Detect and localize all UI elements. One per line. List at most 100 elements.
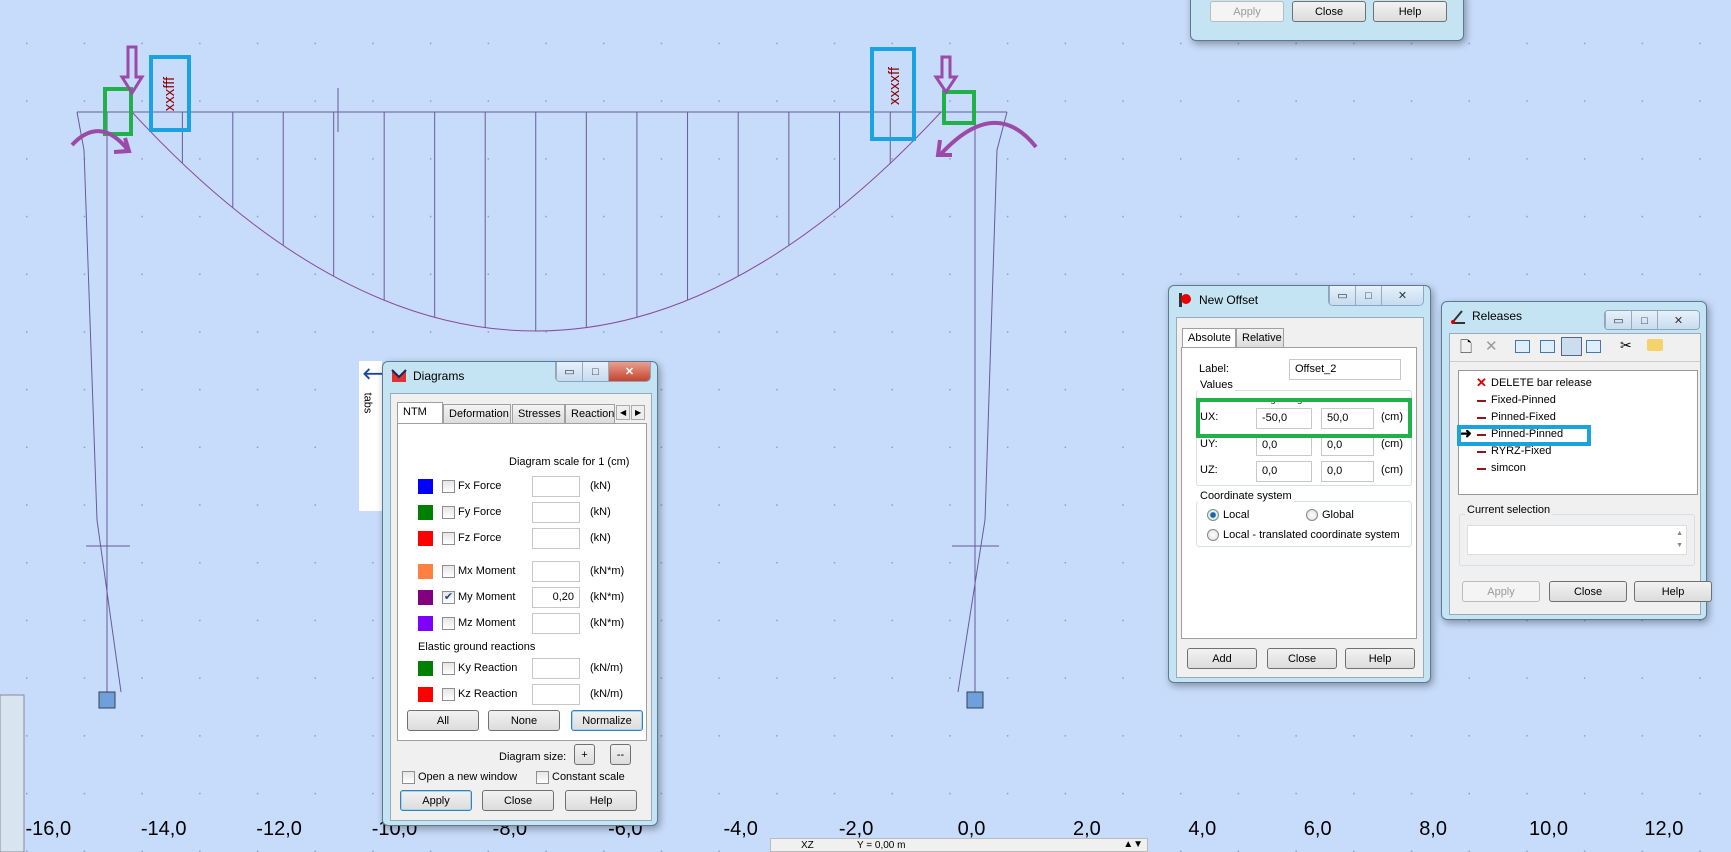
open-new-window-checkbox[interactable] — [402, 771, 415, 784]
apply-button[interactable]: Apply — [1210, 1, 1284, 22]
tab-scroll-left-icon[interactable]: ◀ — [616, 405, 631, 420]
scale-input[interactable] — [532, 502, 580, 523]
spin-arrows-icon[interactable]: ▲▼ — [1123, 839, 1143, 850]
diagram-checkbox[interactable] — [442, 617, 455, 630]
help-button[interactable]: Help — [1373, 1, 1447, 22]
constant-scale-checkbox[interactable] — [536, 771, 549, 784]
scroll-arrows-icon[interactable]: ▲ ▼ — [1676, 528, 1683, 552]
scale-input[interactable] — [532, 561, 580, 582]
scale-input[interactable] — [532, 658, 580, 679]
maximize-icon[interactable]: □ — [582, 362, 608, 381]
maximize-icon[interactable]: □ — [1631, 311, 1657, 329]
color-swatch[interactable] — [418, 616, 433, 631]
releases-list[interactable]: ✕ DELETE bar release Fixed-Pinned Pinned-Fi… — [1457, 370, 1698, 495]
release-list-item[interactable]: simcon — [1459, 462, 1689, 478]
view-icon-3-active[interactable] — [1561, 337, 1582, 356]
current-selection-field[interactable]: ▲ ▼ — [1467, 525, 1687, 555]
release-list-item[interactable]: Fixed-Pinned — [1459, 394, 1689, 410]
view-icon-4[interactable] — [1586, 340, 1601, 353]
end-input[interactable]: 0,0 — [1321, 435, 1374, 456]
scale-input[interactable] — [532, 528, 580, 549]
release-list-item[interactable]: ✕ DELETE bar release — [1459, 375, 1689, 393]
cut-icon[interactable]: ✂ — [1620, 337, 1632, 354]
help-button[interactable]: Help — [565, 790, 637, 811]
increase-size-button[interactable]: + — [574, 744, 595, 765]
diagram-checkbox[interactable] — [442, 565, 455, 578]
color-swatch[interactable] — [418, 564, 433, 579]
normalize-button[interactable]: Normalize — [571, 710, 643, 731]
apply-button[interactable]: Apply — [400, 790, 472, 811]
release-label: RYRZ-Fixed — [1491, 445, 1552, 457]
tab-ntm[interactable]: NTM — [397, 402, 443, 423]
tab-relative[interactable]: Relative — [1236, 328, 1284, 347]
scale-input[interactable] — [532, 684, 580, 705]
close-button[interactable]: Close — [1292, 1, 1366, 22]
apply-button[interactable]: Apply — [1462, 581, 1540, 602]
color-swatch[interactable] — [418, 661, 433, 676]
axis-label: UZ: — [1200, 464, 1218, 476]
color-swatch[interactable] — [418, 479, 433, 494]
diagram-checkbox[interactable] — [442, 532, 455, 545]
end-input[interactable]: 0,0 — [1321, 461, 1374, 482]
close-icon[interactable]: ✕ — [1657, 311, 1699, 329]
release-list-item[interactable]: RYRZ-Fixed — [1459, 445, 1689, 461]
color-swatch[interactable] — [418, 590, 433, 605]
label-input[interactable]: Offset_2 — [1289, 359, 1401, 380]
diagram-checkbox[interactable]: ✔ — [442, 591, 455, 604]
beginning-input[interactable]: 0,0 — [1256, 435, 1312, 456]
help-button[interactable]: Help — [1634, 581, 1712, 602]
decrease-size-button[interactable]: -- — [610, 744, 631, 765]
diagram-checkbox[interactable] — [442, 688, 455, 701]
minimize-icon[interactable]: ▭ — [1605, 311, 1631, 329]
delete-x-icon: ✕ — [1476, 375, 1487, 390]
local-radio[interactable] — [1207, 509, 1219, 521]
tab-scroll-right-icon[interactable]: ▶ — [631, 405, 646, 420]
view-position[interactable]: Y = 0,00 m — [857, 840, 905, 851]
scale-input[interactable]: 0,20 — [532, 587, 580, 608]
color-swatch[interactable] — [418, 687, 433, 702]
add-button[interactable]: Add — [1187, 648, 1257, 669]
side-widget[interactable] — [0, 694, 25, 852]
close-icon[interactable]: ✕ — [608, 362, 650, 381]
beginning-input[interactable]: 0,0 — [1256, 461, 1312, 482]
diagram-checkbox[interactable] — [442, 506, 455, 519]
global-radio[interactable] — [1306, 509, 1318, 521]
maximize-icon[interactable]: □ — [1355, 286, 1381, 305]
axis-tick-label: 12,0 — [1644, 818, 1684, 840]
tab-absolute[interactable]: Absolute — [1182, 328, 1236, 349]
close-button[interactable]: Close — [1549, 581, 1627, 602]
close-button[interactable]: Close — [1267, 648, 1337, 669]
local-translated-radio[interactable] — [1207, 529, 1219, 541]
folder-icon[interactable] — [1647, 339, 1663, 351]
none-button[interactable]: None — [488, 710, 560, 731]
diagram-label: Fx Force — [458, 480, 502, 492]
all-button[interactable]: All — [407, 710, 479, 731]
scale-input[interactable] — [532, 476, 580, 497]
window-controls: ▭ □ ✕ — [1604, 310, 1700, 330]
annotation-text-left: xxxfff — [161, 76, 178, 111]
tabs-panel[interactable]: 🡐 tabs — [359, 361, 405, 511]
color-swatch[interactable] — [418, 531, 433, 546]
diagram-checkbox[interactable] — [442, 662, 455, 675]
delete-icon[interactable]: ✕ — [1485, 337, 1498, 355]
unit-label: (kN*m) — [590, 617, 625, 629]
diagram-checkbox[interactable] — [442, 480, 455, 493]
minimize-icon[interactable]: ▭ — [1329, 286, 1355, 305]
new-icon[interactable]: 🗋 — [1460, 337, 1472, 362]
toolbar: 🗋 ✕ ✂ — [1450, 334, 1700, 362]
help-button[interactable]: Help — [1345, 648, 1415, 669]
tab-deformation[interactable]: Deformation — [443, 404, 511, 423]
status-bar: XZ Y = 0,00 m ▲▼ — [770, 838, 1148, 852]
top-dialog: Apply Close Help — [1190, 0, 1464, 41]
color-swatch[interactable] — [418, 505, 433, 520]
tab-reactions[interactable]: Reactions — [565, 404, 615, 423]
tab-stresses[interactable]: Stresses — [512, 404, 565, 423]
view-icon-2[interactable] — [1540, 340, 1555, 353]
close-icon[interactable]: ✕ — [1381, 286, 1423, 305]
release-list-item[interactable]: ➜ Pinned-Pinned — [1457, 425, 1689, 446]
close-button[interactable]: Close — [482, 790, 554, 811]
minimize-icon[interactable]: ▭ — [556, 362, 582, 381]
axis-tick-label: -14,0 — [140, 818, 187, 840]
scale-input[interactable] — [532, 613, 580, 634]
view-icon-1[interactable] — [1515, 340, 1530, 353]
